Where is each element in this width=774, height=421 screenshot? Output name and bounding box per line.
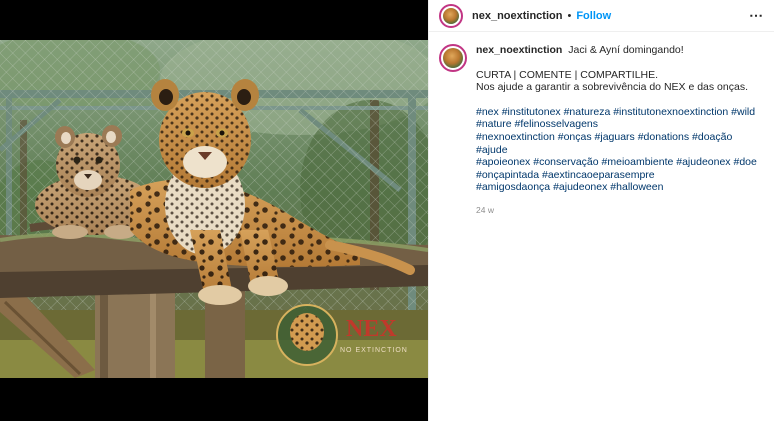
hashtag-link[interactable]: #ajudeonex <box>676 156 730 168</box>
post-side-panel: nex_noextinction • Follow ⋯ nex_noextinc… <box>428 0 774 421</box>
caption-avatar[interactable] <box>439 44 467 72</box>
hashtag-link[interactable]: #donations <box>638 131 689 143</box>
hashtag-link[interactable]: #wild <box>731 106 755 118</box>
username-link[interactable]: nex_noextinction <box>472 10 562 22</box>
hashtag-link[interactable]: #jaguars <box>595 131 635 143</box>
hashtag-link[interactable]: #halloween <box>610 181 663 193</box>
hashtag-link[interactable]: #nature <box>476 118 512 130</box>
hashtag-link[interactable]: #apoieonex <box>476 156 530 168</box>
caption-title: Jaci & Ayní domingando! <box>568 44 684 56</box>
caption-block: nex_noextinction Jaci & Ayní domingando!… <box>429 32 774 217</box>
hashtag-link[interactable]: #ajude <box>476 144 508 156</box>
caption-line-2: Nos ajude a garantir a sobrevivência do … <box>476 81 748 94</box>
post-header: nex_noextinction • Follow ⋯ <box>429 0 774 32</box>
hashtag-link[interactable]: #conservação <box>533 156 598 168</box>
caption-line-1: CURTA | COMENTE | COMPARTILHE. <box>476 68 659 81</box>
hashtag-link[interactable]: #doação <box>692 131 732 143</box>
hashtag-link[interactable]: #onças <box>558 131 592 143</box>
hashtag-link[interactable]: #doe <box>733 156 756 168</box>
separator-dot: • <box>567 9 572 22</box>
hashtag-link[interactable]: #amigosdaonça <box>476 181 550 193</box>
more-horizontal-icon[interactable]: ⋯ <box>749 7 764 24</box>
follow-button[interactable]: Follow <box>576 10 611 22</box>
avatar[interactable] <box>439 3 463 28</box>
caption-username-link[interactable]: nex_noextinction <box>476 44 562 56</box>
post-media: NEX NO EXTINCTION <box>0 0 428 421</box>
post-photo[interactable]: NEX NO EXTINCTION <box>0 40 428 378</box>
hashtag-link[interactable]: #nex <box>476 106 499 118</box>
watermark-subtext: NO EXTINCTION <box>340 347 408 354</box>
hashtag-link[interactable]: #institutonexnoextinction <box>613 106 728 118</box>
hashtag-list: #nex #institutonex #natureza #instituton… <box>476 106 761 194</box>
hashtag-link[interactable]: #natureza <box>564 106 611 118</box>
hashtag-link[interactable]: #meioambiente <box>602 156 674 168</box>
caption: nex_noextinction Jaci & Ayní domingando!… <box>476 44 761 217</box>
hashtag-link[interactable]: #institutonex <box>502 106 561 118</box>
post-timestamp[interactable]: 24 w <box>476 204 761 217</box>
watermark-text: NEX <box>346 316 397 342</box>
hashtag-link[interactable]: #felinosselvagens <box>515 118 598 130</box>
hashtag-link[interactable]: #onçapintada <box>476 169 539 181</box>
hashtag-link[interactable]: #aextincaoeparasempre <box>542 169 655 181</box>
hashtag-link[interactable]: #ajudeonex <box>553 181 607 193</box>
hashtag-link[interactable]: #nexnoextinction <box>476 131 555 143</box>
